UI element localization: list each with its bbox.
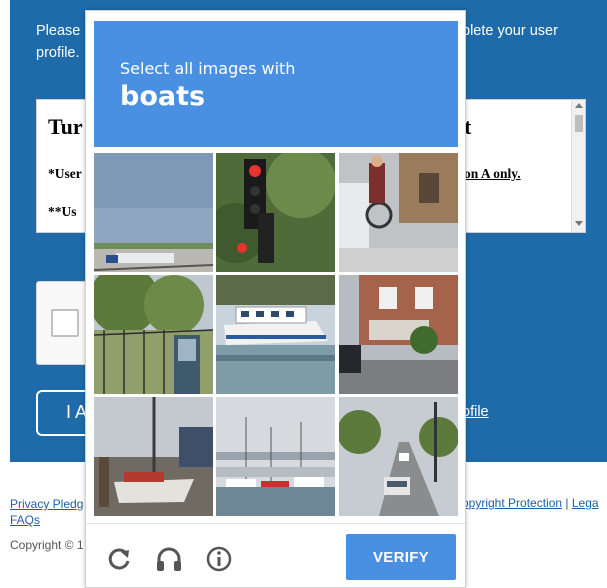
captcha-tile-2[interactable]	[216, 153, 335, 272]
captcha-tile-5[interactable]	[216, 275, 335, 394]
terms-line-1-right: on A only.	[464, 166, 521, 181]
captcha-tile-9[interactable]	[339, 397, 458, 516]
captcha-tile-6[interactable]	[339, 275, 458, 394]
captcha-tile-3[interactable]	[339, 153, 458, 272]
captcha-prompt: Select all images with	[120, 59, 296, 78]
info-icon[interactable]	[204, 544, 234, 574]
boats-dock-image	[94, 397, 213, 516]
captcha-tile-7[interactable]	[94, 397, 213, 516]
captcha-tile-4[interactable]	[94, 275, 213, 394]
intro-text-right: plete your user	[462, 23, 558, 39]
page: Please profile. plete your user Tur t *U…	[0, 0, 607, 588]
scroll-down-arrow-icon[interactable]	[575, 221, 583, 226]
legal-link[interactable]: Lega	[572, 496, 599, 510]
captcha-target-word: boats	[120, 81, 206, 112]
terms-scrollbar[interactable]	[571, 100, 585, 232]
captcha-tile-1[interactable]	[94, 153, 213, 272]
footer-links-left: Privacy Pledg FAQs	[10, 496, 83, 528]
houses-street-image	[339, 275, 458, 394]
copyright-protection-link[interactable]: opyright Protection	[462, 496, 562, 510]
faqs-link[interactable]: FAQs	[10, 512, 83, 528]
captcha-image-grid	[94, 153, 458, 517]
recaptcha-checkbox[interactable]	[51, 309, 79, 337]
footer-separator: |	[565, 496, 569, 510]
ferry-boat-image	[216, 275, 335, 394]
fence-trees-image	[94, 275, 213, 394]
harbor-marina-image	[216, 397, 335, 516]
bicycle-street-image	[339, 153, 458, 272]
reload-icon[interactable]	[104, 544, 134, 574]
captcha-footer: VERIFY	[86, 523, 465, 587]
highway-truck-image	[94, 153, 213, 272]
privacy-pledge-link[interactable]: Privacy Pledg	[10, 496, 83, 512]
footer-links-right: opyright Protection | Lega	[462, 496, 599, 510]
terms-line-1-left: *User	[48, 166, 82, 181]
scroll-up-arrow-icon[interactable]	[575, 103, 583, 108]
traffic-light-image	[216, 153, 335, 272]
verify-button[interactable]: VERIFY	[346, 534, 456, 580]
headphones-icon[interactable]	[154, 544, 184, 574]
terms-heading-left: Tur	[48, 114, 83, 139]
captcha-tile-8[interactable]	[216, 397, 335, 516]
scroll-thumb[interactable]	[575, 115, 583, 132]
city-street-image	[339, 397, 458, 516]
copyright-text: Copyright © 1	[10, 538, 84, 552]
captcha-header: Select all images with boats	[94, 21, 458, 147]
terms-line-2-left: **Us	[48, 204, 77, 219]
captcha-dialog: Select all images with boats VERIFY	[85, 10, 466, 588]
